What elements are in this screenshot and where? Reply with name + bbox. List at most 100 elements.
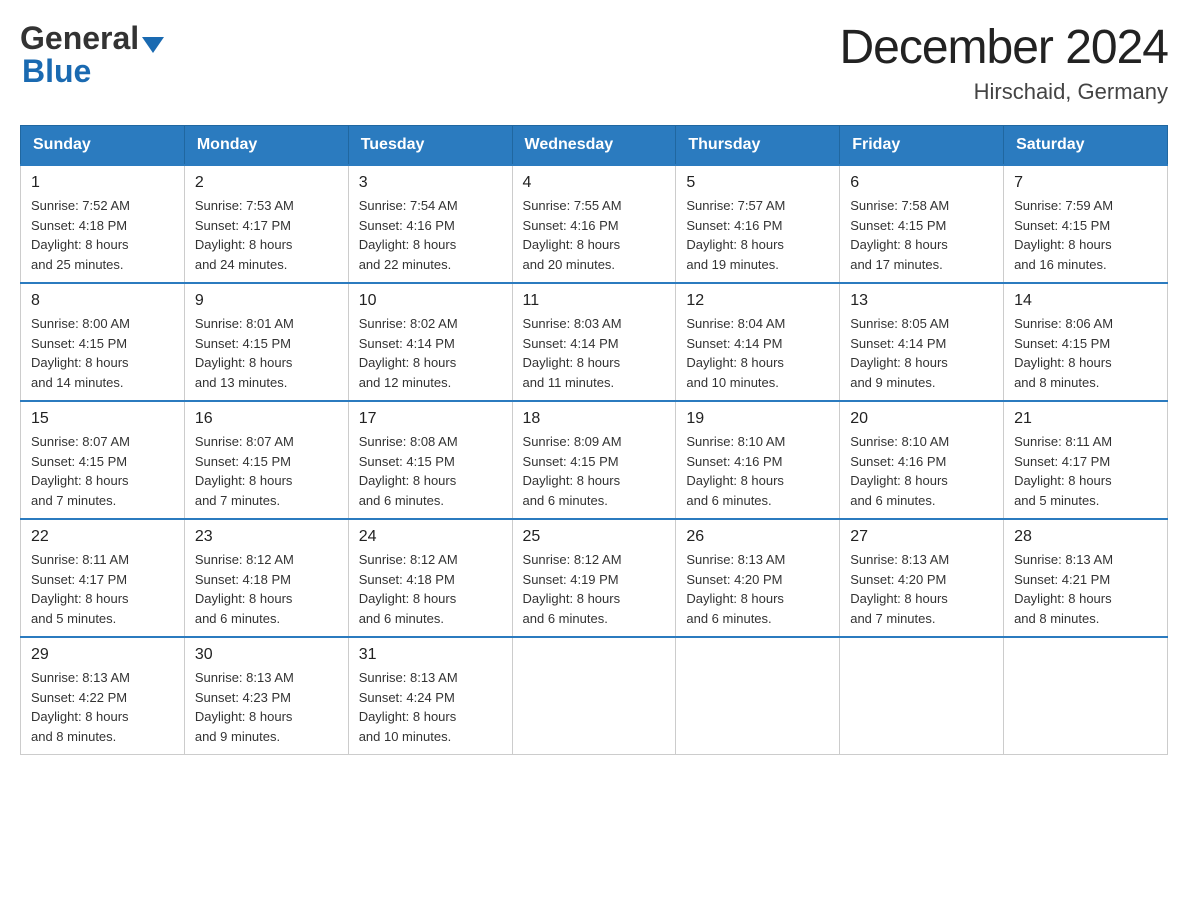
- day-info: Sunrise: 8:00 AM Sunset: 4:15 PM Dayligh…: [31, 314, 174, 392]
- day-info: Sunrise: 8:07 AM Sunset: 4:15 PM Dayligh…: [31, 432, 174, 510]
- day-info: Sunrise: 8:11 AM Sunset: 4:17 PM Dayligh…: [1014, 432, 1157, 510]
- calendar-table: Sunday Monday Tuesday Wednesday Thursday…: [20, 125, 1168, 755]
- col-saturday: Saturday: [1004, 126, 1168, 166]
- calendar-day-cell: 18 Sunrise: 8:09 AM Sunset: 4:15 PM Dayl…: [512, 401, 676, 519]
- col-monday: Monday: [184, 126, 348, 166]
- day-info: Sunrise: 8:03 AM Sunset: 4:14 PM Dayligh…: [523, 314, 666, 392]
- day-number: 14: [1014, 292, 1157, 310]
- logo-row: General: [20, 20, 164, 57]
- calendar-day-cell: 24 Sunrise: 8:12 AM Sunset: 4:18 PM Dayl…: [348, 519, 512, 637]
- day-info: Sunrise: 7:57 AM Sunset: 4:16 PM Dayligh…: [686, 196, 829, 274]
- day-info: Sunrise: 8:12 AM Sunset: 4:18 PM Dayligh…: [195, 550, 338, 628]
- col-tuesday: Tuesday: [348, 126, 512, 166]
- day-info: Sunrise: 8:13 AM Sunset: 4:23 PM Dayligh…: [195, 668, 338, 746]
- calendar-day-cell: 8 Sunrise: 8:00 AM Sunset: 4:15 PM Dayli…: [21, 283, 185, 401]
- day-number: 2: [195, 174, 338, 192]
- calendar-day-cell: 20 Sunrise: 8:10 AM Sunset: 4:16 PM Dayl…: [840, 401, 1004, 519]
- calendar-day-cell: 23 Sunrise: 8:12 AM Sunset: 4:18 PM Dayl…: [184, 519, 348, 637]
- day-info: Sunrise: 7:54 AM Sunset: 4:16 PM Dayligh…: [359, 196, 502, 274]
- day-number: 19: [686, 410, 829, 428]
- calendar-day-cell: 16 Sunrise: 8:07 AM Sunset: 4:15 PM Dayl…: [184, 401, 348, 519]
- day-number: 4: [523, 174, 666, 192]
- col-wednesday: Wednesday: [512, 126, 676, 166]
- calendar-day-cell: 4 Sunrise: 7:55 AM Sunset: 4:16 PM Dayli…: [512, 165, 676, 283]
- col-sunday: Sunday: [21, 126, 185, 166]
- calendar-week-row: 22 Sunrise: 8:11 AM Sunset: 4:17 PM Dayl…: [21, 519, 1168, 637]
- day-number: 7: [1014, 174, 1157, 192]
- calendar-day-cell: 5 Sunrise: 7:57 AM Sunset: 4:16 PM Dayli…: [676, 165, 840, 283]
- col-friday: Friday: [840, 126, 1004, 166]
- location-subtitle: Hirschaid, Germany: [839, 79, 1168, 105]
- calendar-day-cell: 28 Sunrise: 8:13 AM Sunset: 4:21 PM Dayl…: [1004, 519, 1168, 637]
- calendar-day-cell: 27 Sunrise: 8:13 AM Sunset: 4:20 PM Dayl…: [840, 519, 1004, 637]
- day-number: 20: [850, 410, 993, 428]
- day-number: 12: [686, 292, 829, 310]
- title-area: December 2024 Hirschaid, Germany: [839, 20, 1168, 105]
- day-number: 26: [686, 528, 829, 546]
- month-title: December 2024: [839, 20, 1168, 75]
- calendar-header-row: Sunday Monday Tuesday Wednesday Thursday…: [21, 126, 1168, 166]
- day-number: 16: [195, 410, 338, 428]
- calendar-day-cell: 11 Sunrise: 8:03 AM Sunset: 4:14 PM Dayl…: [512, 283, 676, 401]
- calendar-day-cell: [840, 637, 1004, 755]
- calendar-day-cell: [1004, 637, 1168, 755]
- day-info: Sunrise: 8:12 AM Sunset: 4:18 PM Dayligh…: [359, 550, 502, 628]
- day-number: 3: [359, 174, 502, 192]
- day-info: Sunrise: 7:58 AM Sunset: 4:15 PM Dayligh…: [850, 196, 993, 274]
- calendar-day-cell: 10 Sunrise: 8:02 AM Sunset: 4:14 PM Dayl…: [348, 283, 512, 401]
- calendar-day-cell: 1 Sunrise: 7:52 AM Sunset: 4:18 PM Dayli…: [21, 165, 185, 283]
- calendar-day-cell: 9 Sunrise: 8:01 AM Sunset: 4:15 PM Dayli…: [184, 283, 348, 401]
- day-number: 31: [359, 646, 502, 664]
- calendar-day-cell: 30 Sunrise: 8:13 AM Sunset: 4:23 PM Dayl…: [184, 637, 348, 755]
- day-number: 8: [31, 292, 174, 310]
- calendar-day-cell: 12 Sunrise: 8:04 AM Sunset: 4:14 PM Dayl…: [676, 283, 840, 401]
- calendar-week-row: 15 Sunrise: 8:07 AM Sunset: 4:15 PM Dayl…: [21, 401, 1168, 519]
- day-number: 28: [1014, 528, 1157, 546]
- day-number: 29: [31, 646, 174, 664]
- day-number: 18: [523, 410, 666, 428]
- calendar-day-cell: 26 Sunrise: 8:13 AM Sunset: 4:20 PM Dayl…: [676, 519, 840, 637]
- calendar-day-cell: 15 Sunrise: 8:07 AM Sunset: 4:15 PM Dayl…: [21, 401, 185, 519]
- day-info: Sunrise: 8:05 AM Sunset: 4:14 PM Dayligh…: [850, 314, 993, 392]
- day-number: 30: [195, 646, 338, 664]
- day-info: Sunrise: 8:13 AM Sunset: 4:21 PM Dayligh…: [1014, 550, 1157, 628]
- calendar-day-cell: 19 Sunrise: 8:10 AM Sunset: 4:16 PM Dayl…: [676, 401, 840, 519]
- day-info: Sunrise: 8:10 AM Sunset: 4:16 PM Dayligh…: [686, 432, 829, 510]
- day-info: Sunrise: 8:13 AM Sunset: 4:22 PM Dayligh…: [31, 668, 174, 746]
- calendar-day-cell: 13 Sunrise: 8:05 AM Sunset: 4:14 PM Dayl…: [840, 283, 1004, 401]
- day-info: Sunrise: 8:04 AM Sunset: 4:14 PM Dayligh…: [686, 314, 829, 392]
- day-info: Sunrise: 8:01 AM Sunset: 4:15 PM Dayligh…: [195, 314, 338, 392]
- day-info: Sunrise: 8:13 AM Sunset: 4:20 PM Dayligh…: [686, 550, 829, 628]
- calendar-day-cell: 2 Sunrise: 7:53 AM Sunset: 4:17 PM Dayli…: [184, 165, 348, 283]
- calendar-day-cell: 6 Sunrise: 7:58 AM Sunset: 4:15 PM Dayli…: [840, 165, 1004, 283]
- day-number: 5: [686, 174, 829, 192]
- calendar-week-row: 1 Sunrise: 7:52 AM Sunset: 4:18 PM Dayli…: [21, 165, 1168, 283]
- day-info: Sunrise: 8:09 AM Sunset: 4:15 PM Dayligh…: [523, 432, 666, 510]
- day-number: 10: [359, 292, 502, 310]
- calendar-week-row: 29 Sunrise: 8:13 AM Sunset: 4:22 PM Dayl…: [21, 637, 1168, 755]
- day-number: 22: [31, 528, 174, 546]
- calendar-day-cell: 22 Sunrise: 8:11 AM Sunset: 4:17 PM Dayl…: [21, 519, 185, 637]
- col-thursday: Thursday: [676, 126, 840, 166]
- day-info: Sunrise: 7:59 AM Sunset: 4:15 PM Dayligh…: [1014, 196, 1157, 274]
- calendar-day-cell: 29 Sunrise: 8:13 AM Sunset: 4:22 PM Dayl…: [21, 637, 185, 755]
- page-header: General Blue December 2024 Hirschaid, Ge…: [20, 20, 1168, 105]
- day-number: 23: [195, 528, 338, 546]
- calendar-body: 1 Sunrise: 7:52 AM Sunset: 4:18 PM Dayli…: [21, 165, 1168, 755]
- day-number: 15: [31, 410, 174, 428]
- day-number: 17: [359, 410, 502, 428]
- day-number: 6: [850, 174, 993, 192]
- calendar-day-cell: [512, 637, 676, 755]
- day-info: Sunrise: 8:13 AM Sunset: 4:24 PM Dayligh…: [359, 668, 502, 746]
- logo-general-text: General: [20, 20, 139, 57]
- day-info: Sunrise: 8:08 AM Sunset: 4:15 PM Dayligh…: [359, 432, 502, 510]
- day-number: 13: [850, 292, 993, 310]
- day-info: Sunrise: 8:07 AM Sunset: 4:15 PM Dayligh…: [195, 432, 338, 510]
- day-number: 1: [31, 174, 174, 192]
- day-info: Sunrise: 7:52 AM Sunset: 4:18 PM Dayligh…: [31, 196, 174, 274]
- calendar-day-cell: 25 Sunrise: 8:12 AM Sunset: 4:19 PM Dayl…: [512, 519, 676, 637]
- calendar-day-cell: 31 Sunrise: 8:13 AM Sunset: 4:24 PM Dayl…: [348, 637, 512, 755]
- day-number: 27: [850, 528, 993, 546]
- logo: General Blue: [20, 20, 164, 90]
- calendar-day-cell: 3 Sunrise: 7:54 AM Sunset: 4:16 PM Dayli…: [348, 165, 512, 283]
